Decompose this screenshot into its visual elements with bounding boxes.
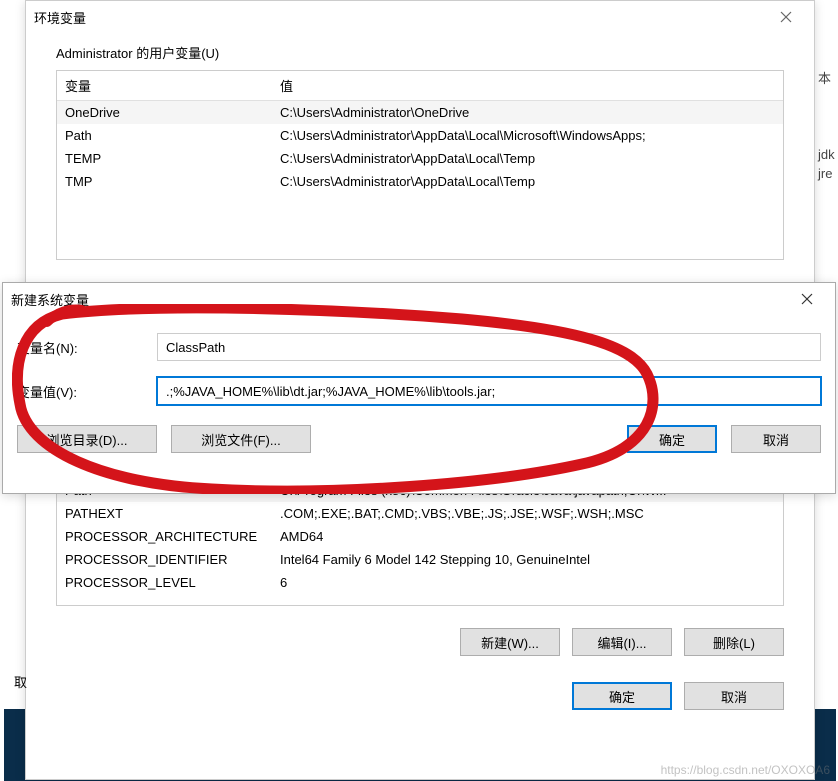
table-row[interactable]: TEMPC:\Users\Administrator\AppData\Local…: [57, 147, 783, 170]
var-name-cell: TMP: [57, 170, 272, 193]
background-text-fragments: 本 jdk jre: [818, 40, 838, 181]
delete-button[interactable]: 删除(L): [684, 628, 784, 656]
cancel-button[interactable]: 取消: [731, 425, 821, 453]
var-name-cell: PROCESSOR_ARCHITECTURE: [57, 525, 272, 548]
col-header-var[interactable]: 变量: [57, 71, 272, 101]
system-vars-table: PathC:\Program Files (x86)\Common Files\…: [57, 479, 783, 594]
cancel-button[interactable]: 取消: [684, 682, 784, 710]
ok-button[interactable]: 确定: [572, 682, 672, 710]
var-name-label: 变量名(N):: [17, 338, 137, 357]
bg-frag: jre: [818, 166, 838, 181]
var-value-cell: C:\Users\Administrator\AppData\Local\Tem…: [272, 147, 783, 170]
var-name-cell: Path: [57, 124, 272, 147]
table-row[interactable]: PROCESSOR_ARCHITECTUREAMD64: [57, 525, 783, 548]
user-vars-table-wrap[interactable]: 变量 值 OneDriveC:\Users\Administrator\OneD…: [56, 70, 784, 260]
bg-frag: jdk: [818, 147, 838, 162]
system-vars-section: PathC:\Program Files (x86)\Common Files\…: [26, 478, 814, 614]
dialog-title: 新建系统变量: [11, 290, 89, 309]
system-vars-button-row: 新建(W)... 编辑(I)... 删除(L): [26, 614, 814, 664]
table-row[interactable]: PROCESSOR_IDENTIFIERIntel64 Family 6 Mod…: [57, 548, 783, 571]
ok-button[interactable]: 确定: [627, 425, 717, 453]
system-vars-table-wrap[interactable]: PathC:\Program Files (x86)\Common Files\…: [56, 478, 784, 606]
var-name-cell: PROCESSOR_IDENTIFIER: [57, 548, 272, 571]
var-name-input[interactable]: [157, 333, 821, 361]
new-system-variable-dialog: 新建系统变量 变量名(N): 变量值(V): 浏览目录(D)... 浏览文件(F…: [2, 282, 836, 494]
var-value-cell: Intel64 Family 6 Model 142 Stepping 10, …: [272, 548, 783, 571]
close-icon: [801, 293, 813, 305]
user-vars-table: 变量 值 OneDriveC:\Users\Administrator\OneD…: [57, 71, 783, 193]
browse-file-button[interactable]: 浏览文件(F)...: [171, 425, 311, 453]
var-name-cell: TEMP: [57, 147, 272, 170]
var-value-cell: C:\Users\Administrator\AppData\Local\Mic…: [272, 124, 783, 147]
system-vars-body: PathC:\Program Files (x86)\Common Files\…: [57, 479, 783, 594]
var-value-cell: C:\Users\Administrator\AppData\Local\Tem…: [272, 170, 783, 193]
table-row[interactable]: PATHEXT.COM;.EXE;.BAT;.CMD;.VBS;.VBE;.JS…: [57, 502, 783, 525]
bg-frag: 本: [818, 68, 838, 87]
title-bar: 新建系统变量: [3, 283, 835, 315]
var-value-cell: .COM;.EXE;.BAT;.CMD;.VBS;.VBE;.JS;.JSE;.…: [272, 502, 783, 525]
var-name-row: 变量名(N):: [3, 325, 835, 369]
watermark: https://blog.csdn.net/OXOXOA6: [661, 763, 830, 777]
var-name-cell: PROCESSOR_LEVEL: [57, 571, 272, 594]
var-name-cell: PATHEXT: [57, 502, 272, 525]
var-value-row: 变量值(V):: [3, 369, 835, 413]
left-cut-text: 取: [14, 672, 27, 691]
var-name-cell: OneDrive: [57, 101, 272, 125]
user-vars-section: Administrator 的用户变量(U) 变量 值 OneDriveC:\U…: [26, 33, 814, 268]
var-value-input[interactable]: [157, 377, 821, 405]
var-value-cell: AMD64: [272, 525, 783, 548]
edit-button[interactable]: 编辑(I)...: [572, 628, 672, 656]
var-value-cell: C:\Users\Administrator\OneDrive: [272, 101, 783, 125]
user-vars-body: OneDriveC:\Users\Administrator\OneDriveP…: [57, 101, 783, 194]
table-row[interactable]: PROCESSOR_LEVEL6: [57, 571, 783, 594]
close-icon: [780, 11, 792, 23]
close-button[interactable]: [787, 285, 827, 313]
dialog-title: 环境变量: [34, 8, 86, 27]
var-value-label: 变量值(V):: [17, 382, 137, 401]
title-bar: 环境变量: [26, 1, 814, 33]
new-var-button-row: 浏览目录(D)... 浏览文件(F)... 确定 取消: [3, 413, 835, 465]
table-row[interactable]: PathC:\Users\Administrator\AppData\Local…: [57, 124, 783, 147]
var-value-cell: 6: [272, 571, 783, 594]
dialog-button-row: 确定 取消: [26, 664, 814, 718]
table-row[interactable]: OneDriveC:\Users\Administrator\OneDrive: [57, 101, 783, 125]
browse-dir-button[interactable]: 浏览目录(D)...: [17, 425, 157, 453]
close-button[interactable]: [766, 3, 806, 31]
table-row[interactable]: TMPC:\Users\Administrator\AppData\Local\…: [57, 170, 783, 193]
new-button[interactable]: 新建(W)...: [460, 628, 560, 656]
user-vars-label: Administrator 的用户变量(U): [56, 43, 784, 62]
col-header-val[interactable]: 值: [272, 71, 783, 101]
